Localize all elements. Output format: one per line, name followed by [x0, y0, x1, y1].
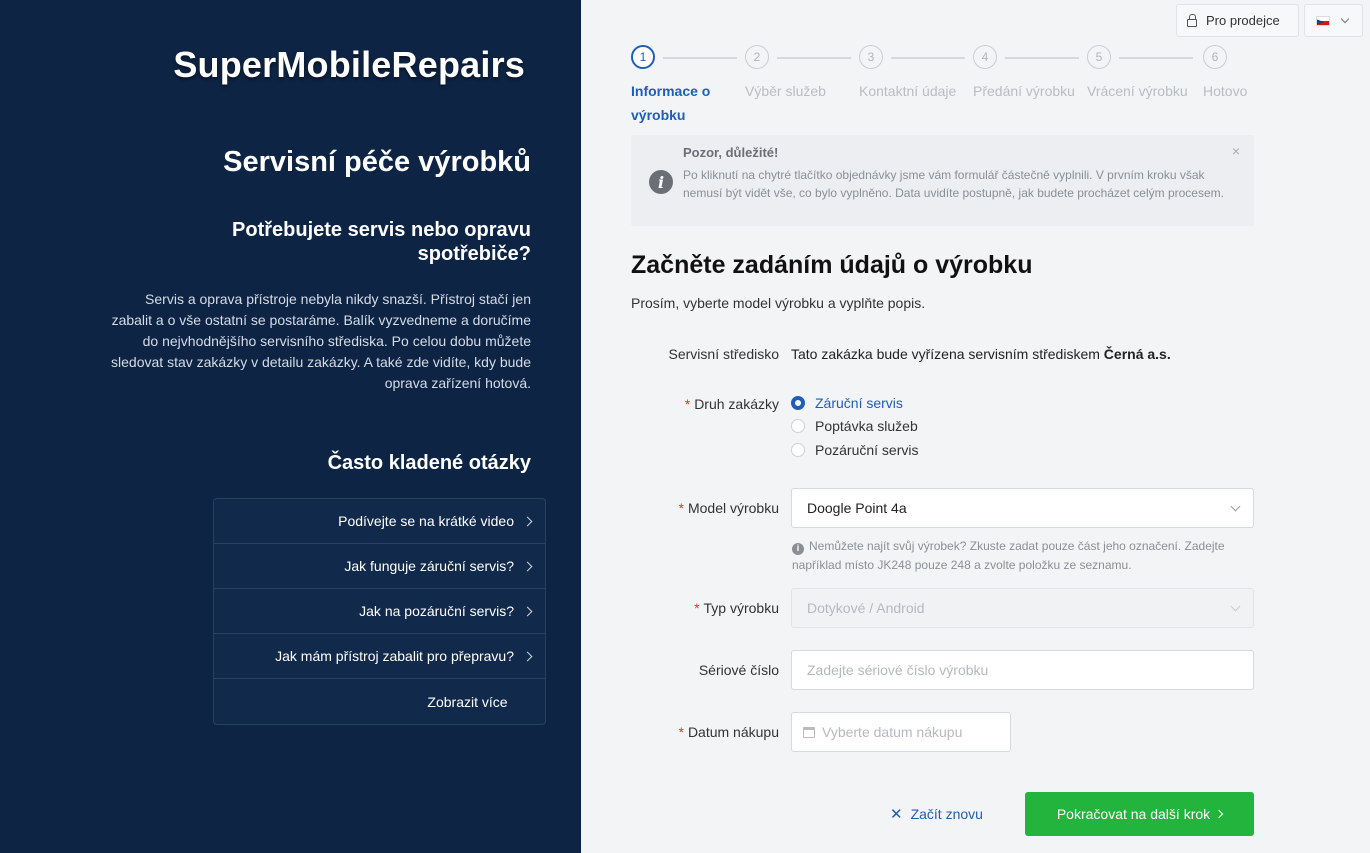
- step-done: 6 Hotovo: [1203, 45, 1313, 103]
- step-number: 1: [631, 45, 655, 69]
- faq-show-more-label: Zobrazit více: [427, 693, 508, 710]
- faq-item-label: Jak mám přístroj zabalit pro přepravu?: [275, 648, 514, 664]
- faq-item-packaging[interactable]: Jak mám přístroj zabalit pro přepravu?: [214, 634, 545, 679]
- alert-text: Po kliknutí na chytré tlačítko objednávk…: [683, 168, 1224, 200]
- purchase-date-label: * Datum nákupu: [678, 724, 779, 740]
- faq-item-post-warranty[interactable]: Jak na pozáruční servis?: [214, 589, 545, 634]
- product-type-value: Dotykové / Android: [807, 600, 925, 616]
- calendar-icon: [803, 726, 815, 738]
- step-number: 2: [745, 45, 769, 69]
- product-type-select: Dotykové / Android: [791, 588, 1254, 628]
- czech-flag-icon: [1316, 15, 1330, 26]
- left-panel: SuperMobileRepairs Servisní péče výrobků…: [0, 0, 581, 853]
- radio-button[interactable]: [791, 396, 805, 410]
- step-handover: 4 Předání výrobku: [973, 45, 1083, 103]
- service-center-value: Tato zakázka bude vyřízena servisním stř…: [791, 346, 1171, 362]
- product-type-label: * Typ výrobku: [694, 600, 779, 616]
- brand-logo: SuperMobileRepairs: [173, 44, 525, 85]
- model-select[interactable]: Doogle Point 4a: [791, 488, 1254, 528]
- step-number: 4: [973, 45, 997, 69]
- close-icon: ✕: [890, 806, 903, 823]
- chevron-down-icon: [1230, 601, 1241, 612]
- purchase-date-input[interactable]: Vyberte datum nákupu: [791, 712, 1011, 752]
- hero-subtitle: Potřebujete servis nebo opravu spotřebič…: [232, 219, 531, 265]
- next-step-label: Pokračovat na další krok: [1056, 806, 1211, 822]
- step-label: Výběr služeb: [745, 83, 826, 99]
- radio-post-warranty-service[interactable]: Pozáruční servis: [791, 442, 918, 458]
- chevron-right-icon: [522, 606, 533, 616]
- purchase-date-placeholder: Vyberte datum nákupu: [822, 724, 963, 740]
- chevron-right-icon: [1214, 809, 1224, 819]
- model-value: Doogle Point 4a: [807, 500, 907, 516]
- step-label: Hotovo: [1203, 83, 1248, 99]
- alert-title: Pozor, důležité!: [683, 145, 779, 160]
- chevron-right-icon: [522, 516, 533, 526]
- faq-show-more[interactable]: Zobrazit více: [214, 679, 545, 724]
- seller-button[interactable]: Pro prodejce: [1176, 4, 1299, 37]
- radio-label: Poptávka služeb: [815, 418, 918, 434]
- faq-item-warranty[interactable]: Jak funguje záruční servis?: [214, 544, 545, 589]
- page-subtitle: Prosím, vyberte model výrobku a vyplňte …: [631, 295, 926, 311]
- step-number: 6: [1203, 45, 1227, 69]
- close-icon[interactable]: ×: [1232, 143, 1240, 159]
- faq-list: Podívejte se na krátké video Jak funguje…: [213, 498, 546, 725]
- chevron-down-icon: [1230, 501, 1241, 512]
- radio-label: Záruční servis: [815, 395, 903, 411]
- step-product-info[interactable]: 1 Informace o výrobku: [631, 45, 741, 127]
- faq-item-label: Jak na pozáruční servis?: [359, 603, 514, 619]
- step-services: 2 Výběr služeb: [745, 45, 855, 103]
- model-hint: i Nemůžete najít svůj výrobek? Zkuste zad…: [792, 539, 1225, 572]
- restart-label: Začít znovu: [910, 806, 983, 822]
- step-return: 5 Vrácení výrobku: [1087, 45, 1197, 103]
- page-title: Začněte zadáním údajů o výrobku: [631, 251, 1033, 279]
- radio-service-inquiry[interactable]: Poptávka služeb: [791, 418, 918, 434]
- service-center-name: Černá a.s.: [1103, 346, 1171, 362]
- radio-label: Pozáruční servis: [815, 442, 919, 458]
- progress-steps: 1 Informace o výrobku 2 Výběr služeb 3 K…: [631, 45, 1261, 135]
- step-number: 5: [1087, 45, 1111, 69]
- info-icon: i: [792, 542, 804, 555]
- model-label: * Model výrobku: [678, 500, 780, 516]
- seller-button-label: Pro prodejce: [1206, 13, 1280, 28]
- hero-title: Servisní péče výrobků: [223, 146, 531, 178]
- faq-item-label: Podívejte se na krátké video: [338, 513, 514, 529]
- info-icon: i: [649, 170, 673, 194]
- serial-placeholder: Zadejte sériové číslo výrobku: [807, 662, 989, 678]
- radio-button[interactable]: [791, 443, 805, 457]
- step-number: 3: [859, 45, 883, 69]
- serial-label: Sériové číslo: [698, 662, 779, 678]
- step-contact: 3 Kontaktní údaje: [859, 45, 969, 103]
- step-label: Předání výrobku: [973, 83, 1075, 99]
- faq-item-label: Jak funguje záruční servis?: [344, 558, 514, 574]
- info-alert: i Pozor, důležité! Po kliknutí na chytré…: [631, 135, 1254, 226]
- restart-button[interactable]: ✕ Začít znovu: [890, 805, 983, 823]
- chevron-right-icon: [522, 651, 533, 661]
- radio-warranty-service[interactable]: Záruční servis: [791, 395, 903, 411]
- next-step-button[interactable]: Pokračovat na další krok: [1025, 792, 1254, 836]
- faq-item-video[interactable]: Podívejte se na krátké video: [214, 499, 545, 544]
- hero-description: Servis a oprava přístroje nebyla nikdy s…: [111, 291, 531, 391]
- chevron-right-icon: [522, 561, 533, 571]
- chevron-down-icon: [1340, 14, 1350, 23]
- lock-icon: [1187, 13, 1197, 27]
- serial-number-input[interactable]: Zadejte sériové číslo výrobku: [791, 650, 1254, 690]
- radio-button[interactable]: [791, 419, 805, 433]
- step-label: Kontaktní údaje: [859, 83, 957, 99]
- faq-title: Často kladené otázky: [327, 452, 531, 474]
- step-label: Vrácení výrobku: [1087, 83, 1188, 99]
- order-type-label: * Druh zakázky: [684, 396, 779, 412]
- language-select[interactable]: [1304, 4, 1363, 37]
- service-center-label: Servisní středisko: [668, 346, 779, 362]
- step-label: Informace o výrobku: [631, 83, 711, 123]
